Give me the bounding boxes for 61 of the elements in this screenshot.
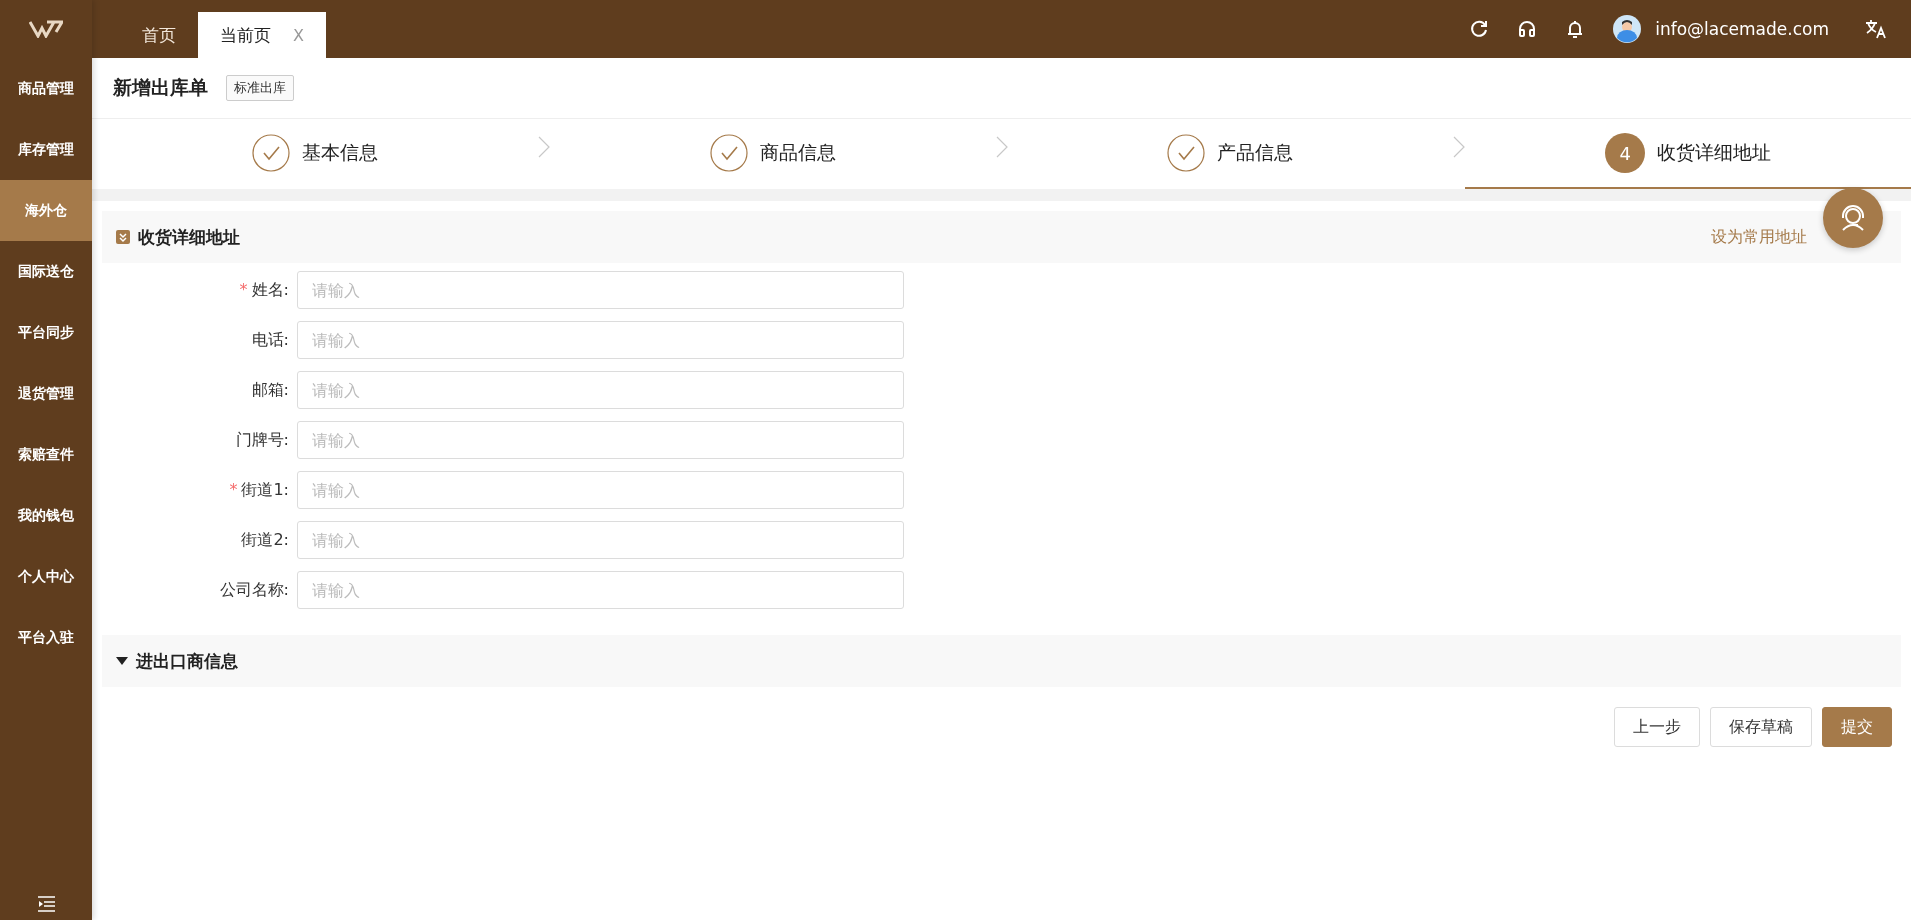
field-label: 邮箱: xyxy=(250,379,290,401)
section-title: 进出口商信息 xyxy=(136,649,238,673)
tab-label: 当前页 xyxy=(220,23,271,47)
field-label: 公司名称: xyxy=(218,579,290,601)
input-field[interactable]: 请输入 xyxy=(297,321,904,359)
step[interactable]: 产品信息 xyxy=(1007,119,1454,189)
field-label: 电话: xyxy=(250,329,290,351)
sidebar-item[interactable]: 库存管理 xyxy=(0,119,92,180)
order-type-tag: 标准出库 xyxy=(226,75,294,101)
chevron-icon xyxy=(1453,136,1466,158)
step-label: 产品信息 xyxy=(1217,140,1294,165)
step-label: 商品信息 xyxy=(759,140,836,165)
action-button[interactable]: 保存草稿 xyxy=(1710,707,1812,747)
field-label: * 姓名: xyxy=(238,279,290,301)
sidebar-item[interactable]: 我的钱包 xyxy=(0,485,92,546)
chevron-icon xyxy=(995,136,1008,158)
collapse-icon[interactable] xyxy=(116,230,130,244)
tab-label: 首页 xyxy=(142,23,176,47)
input-field[interactable]: 请输入 xyxy=(297,371,904,409)
set-default-address-link[interactable]: 设为常用地址 xyxy=(1711,226,1807,248)
chevron-icon xyxy=(537,136,550,158)
input-field[interactable]: 请输入 xyxy=(297,271,904,309)
sidebar-item[interactable]: 平台同步 xyxy=(0,302,92,363)
sidebar-item[interactable]: 商品管理 xyxy=(0,58,92,119)
action-button[interactable]: 提交 xyxy=(1822,707,1892,747)
refresh-icon[interactable] xyxy=(1469,19,1490,39)
headset-icon[interactable] xyxy=(1517,19,1538,39)
page-title: 新增出库单 xyxy=(113,75,208,100)
logo-icon xyxy=(29,20,63,38)
sidebar-item[interactable]: 海外仓 xyxy=(0,180,92,241)
check-icon xyxy=(709,134,748,172)
input-field[interactable]: 请输入 xyxy=(297,521,904,559)
input-field[interactable]: 请输入 xyxy=(297,471,904,509)
sidebar-item[interactable]: 平台入驻 xyxy=(0,607,92,668)
sidebar-item[interactable]: 退货管理 xyxy=(0,363,92,424)
check-icon xyxy=(251,134,290,172)
sidebar-item[interactable]: 个人中心 xyxy=(0,546,92,607)
input-field[interactable]: 请输入 xyxy=(297,571,904,609)
step[interactable]: 商品信息 xyxy=(549,119,996,189)
indent-icon[interactable] xyxy=(37,896,55,912)
field-label: 街道2: xyxy=(240,529,290,551)
field-label: * 街道1: xyxy=(228,479,290,501)
action-button[interactable]: 上一步 xyxy=(1614,707,1700,747)
step[interactable]: 基本信息 xyxy=(92,119,538,189)
section-header[interactable]: 进出口商信息 xyxy=(102,635,1901,687)
translate-icon[interactable] xyxy=(1865,19,1887,39)
tab[interactable]: 当前页 X xyxy=(198,12,326,58)
sidebar-item[interactable]: 国际送仓 xyxy=(0,241,92,302)
avatar-icon[interactable] xyxy=(1613,15,1642,43)
section-title: 收货详细地址 xyxy=(138,225,240,249)
field-label: 门牌号: xyxy=(234,429,290,451)
step-number: 4 xyxy=(1605,133,1646,173)
user-email[interactable]: info@lacemade.com xyxy=(1655,19,1829,39)
step-label: 收货详细地址 xyxy=(1657,140,1772,165)
sidebar-item[interactable]: 索赔查件 xyxy=(0,424,92,485)
tab[interactable]: 首页 xyxy=(120,12,198,58)
step-label: 基本信息 xyxy=(301,140,378,165)
check-icon xyxy=(1167,134,1206,172)
caret-icon[interactable] xyxy=(116,657,128,665)
input-field[interactable]: 请输入 xyxy=(297,421,904,459)
section-header[interactable]: 收货详细地址 设为常用地址 xyxy=(102,211,1901,263)
